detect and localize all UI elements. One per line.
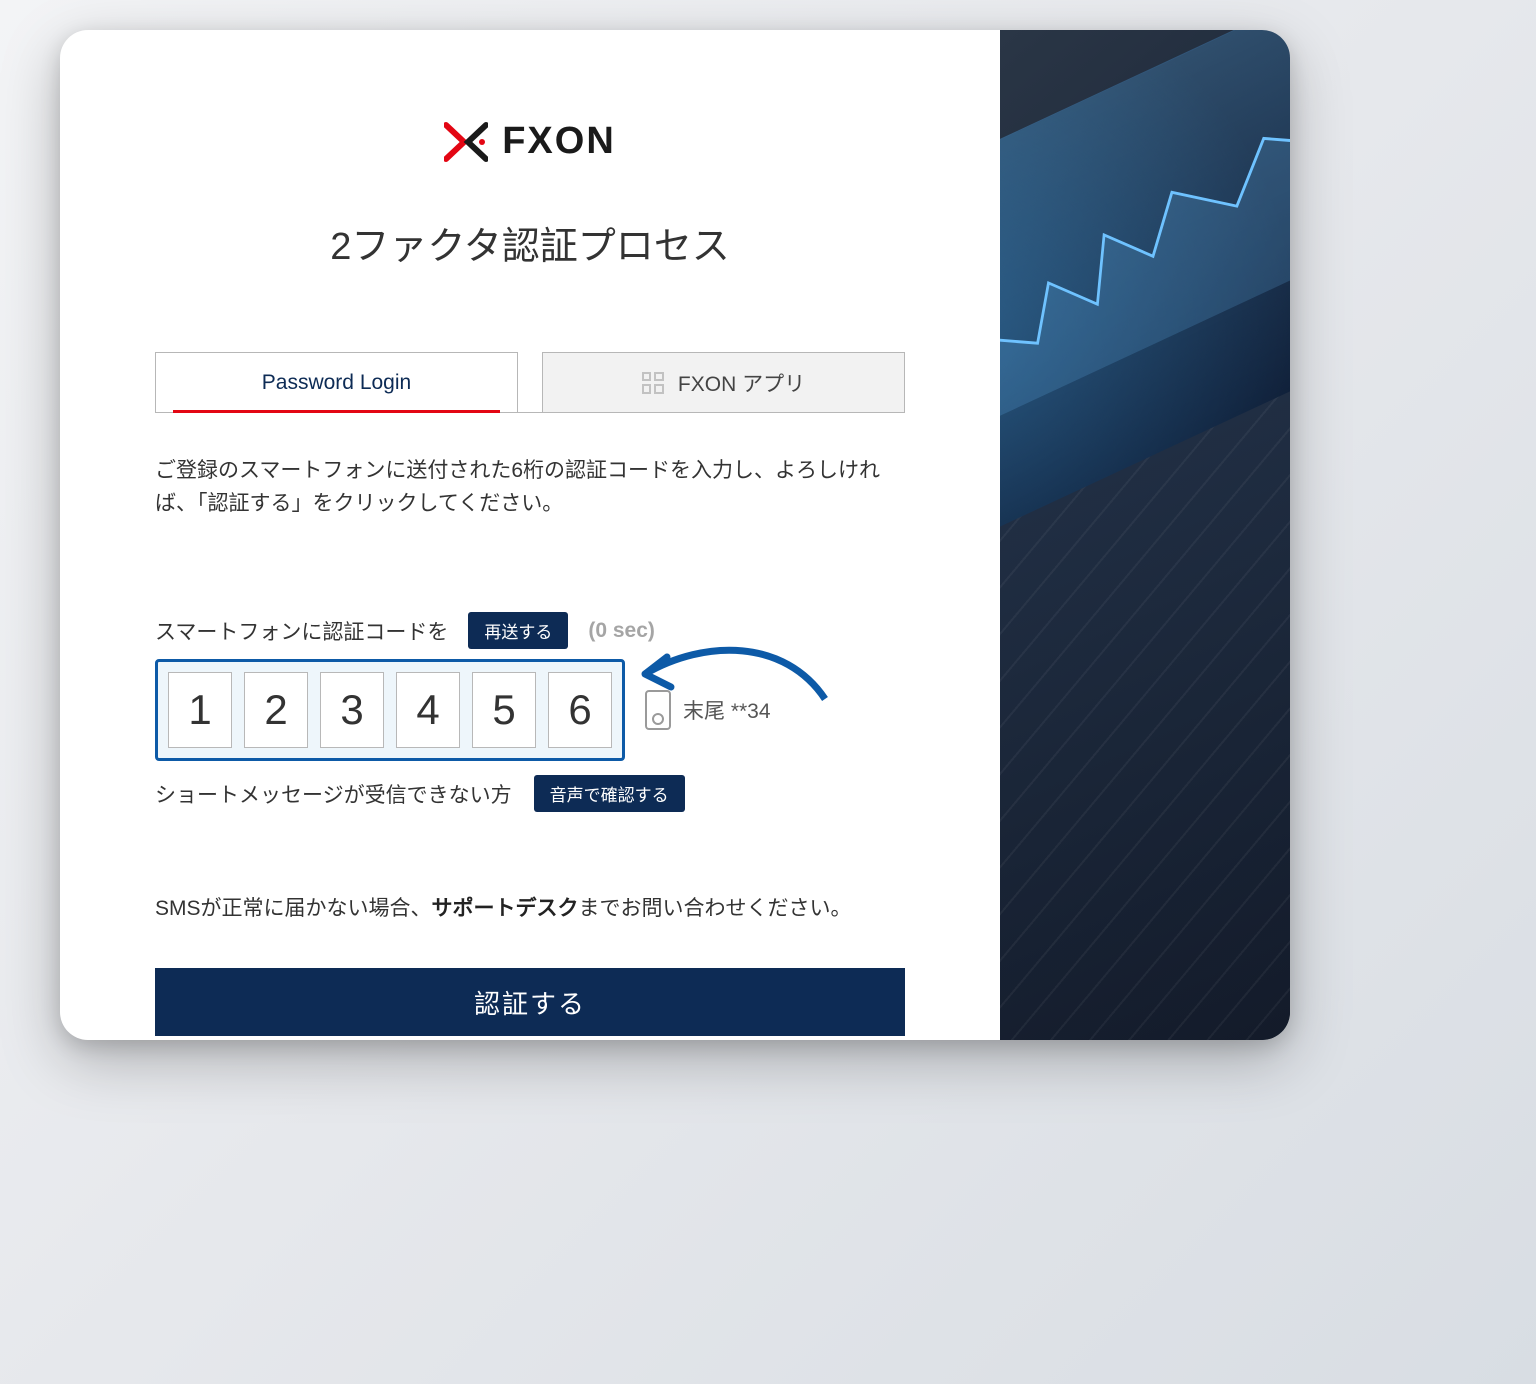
instructions-text: ご登録のスマートフォンに送付された6桁の認証コードを入力し、よろしければ、「認証… xyxy=(155,455,905,520)
code-digit-5[interactable] xyxy=(472,672,536,748)
tab-fxon-app[interactable]: FXON アプリ xyxy=(542,352,905,412)
auth-form-panel: FXON 2ファクタ認証プロセス Password Login FXON アプリ… xyxy=(60,30,1000,1040)
resend-button[interactable]: 再送する xyxy=(468,612,568,649)
voice-label: ショートメッセージが受信できない方 xyxy=(155,779,512,809)
tab-password-login[interactable]: Password Login xyxy=(155,352,518,412)
code-digit-2[interactable] xyxy=(244,672,308,748)
voice-confirm-button[interactable]: 音声で確認する xyxy=(534,775,685,812)
auth-card: FXON 2ファクタ認証プロセス Password Login FXON アプリ… xyxy=(60,30,1290,1040)
brand-logo-text: FXON xyxy=(502,120,616,163)
code-digit-3[interactable] xyxy=(320,672,384,748)
support-desk-link[interactable]: サポートデスク xyxy=(432,897,579,920)
qr-code-icon xyxy=(642,372,664,394)
resend-row: スマートフォンに認証コードを 再送する (0 sec) xyxy=(155,612,905,649)
support-prefix: SMSが正常に届かない場合、 xyxy=(155,897,432,920)
tab-app-label: FXON アプリ xyxy=(678,368,805,398)
code-entry-area: 末尾 **34 xyxy=(155,659,905,761)
decorative-chart-line xyxy=(1000,76,1290,445)
page-title: 2ファクタ認証プロセス xyxy=(155,215,905,270)
brand-logo: FXON xyxy=(155,120,905,163)
authenticate-button[interactable]: 認証する xyxy=(155,968,905,1036)
auth-method-tabs: Password Login FXON アプリ xyxy=(155,352,905,413)
device-info: 末尾 **34 xyxy=(645,690,771,730)
tab-active-indicator xyxy=(173,410,500,413)
resend-label: スマートフォンに認証コードを xyxy=(155,616,448,646)
voice-row: ショートメッセージが受信できない方 音声で確認する xyxy=(155,775,905,812)
decorative-finance-panel xyxy=(1000,30,1290,1040)
device-tail-label: 末尾 **34 xyxy=(683,695,771,725)
support-suffix: までお問い合わせください。 xyxy=(579,897,852,920)
code-digit-4[interactable] xyxy=(396,672,460,748)
smartphone-icon xyxy=(645,690,671,730)
code-input-group xyxy=(155,659,625,761)
tab-password-label: Password Login xyxy=(262,371,411,395)
brand-logo-mark xyxy=(444,121,488,163)
code-digit-1[interactable] xyxy=(168,672,232,748)
code-digit-6[interactable] xyxy=(548,672,612,748)
resend-timer: (0 sec) xyxy=(588,619,655,643)
support-text: SMSが正常に届かない場合、サポートデスクまでお問い合わせください。 xyxy=(155,892,905,922)
